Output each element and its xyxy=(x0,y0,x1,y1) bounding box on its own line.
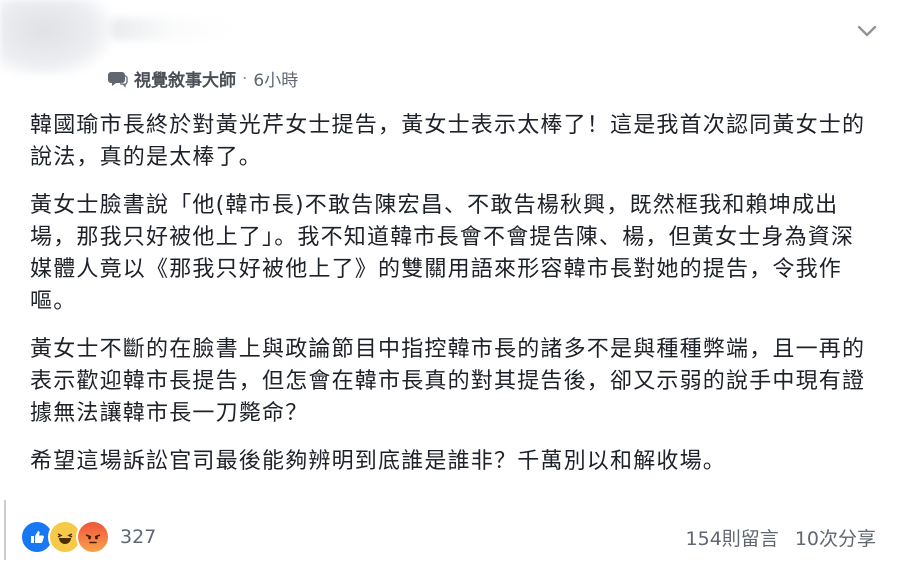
chevron-down-icon xyxy=(857,25,877,37)
post-paragraph: 黃女士不斷的在臉書上與政論節目中指控韓市長的諸多不是與種種弊端，且一再的表示歡迎… xyxy=(30,337,866,426)
angry-icon xyxy=(76,520,110,554)
byline-separator: · xyxy=(242,68,248,89)
blurred-profile-name xyxy=(110,18,230,40)
share-count-link[interactable]: 10次分享 xyxy=(795,524,876,551)
post-header: 視覺敘事大師 · 6小時 xyxy=(0,0,900,100)
post-timestamp[interactable]: 6小時 xyxy=(253,66,298,91)
post-paragraph: 韓國瑜市長終於對黃光芹女士提告，黃女士表示太棒了！這是我首次認同黃女士的說法，真… xyxy=(30,113,866,170)
post-paragraph: 希望這場訴訟官司最後能夠辨明到底誰是誰非？千萬別以和解收場。 xyxy=(30,449,727,474)
facebook-post: 視覺敘事大師 · 6小時 韓國瑜市長終於對黃光芹女士提告，黃女士表示太棒了！這是… xyxy=(0,0,900,566)
reactions-summary[interactable]: 327 xyxy=(20,520,156,554)
author-name[interactable]: 視覺敘事大師 xyxy=(134,66,236,91)
post-byline: 視覺敘事大師 · 6小時 xyxy=(108,66,298,91)
speech-bubble-icon xyxy=(108,70,130,88)
post-paragraph: 黃女士臉書說「他(韓市長)不敢告陳宏昌、不敢告楊秋興，既然框我和賴坤成出場，那我… xyxy=(30,193,855,314)
avatar[interactable] xyxy=(0,0,110,75)
engagement-stats: 154則留言 10次分享 xyxy=(686,524,876,551)
comment-count-link[interactable]: 154則留言 xyxy=(686,524,779,551)
reaction-count[interactable]: 327 xyxy=(120,526,156,548)
post-options-button[interactable] xyxy=(852,18,882,44)
post-footer: 327 154則留言 10次分享 xyxy=(0,518,900,558)
post-body: 韓國瑜市長終於對黃光芹女士提告，黃女士表示太棒了！這是我首次認同黃女士的說法，真… xyxy=(30,110,870,494)
